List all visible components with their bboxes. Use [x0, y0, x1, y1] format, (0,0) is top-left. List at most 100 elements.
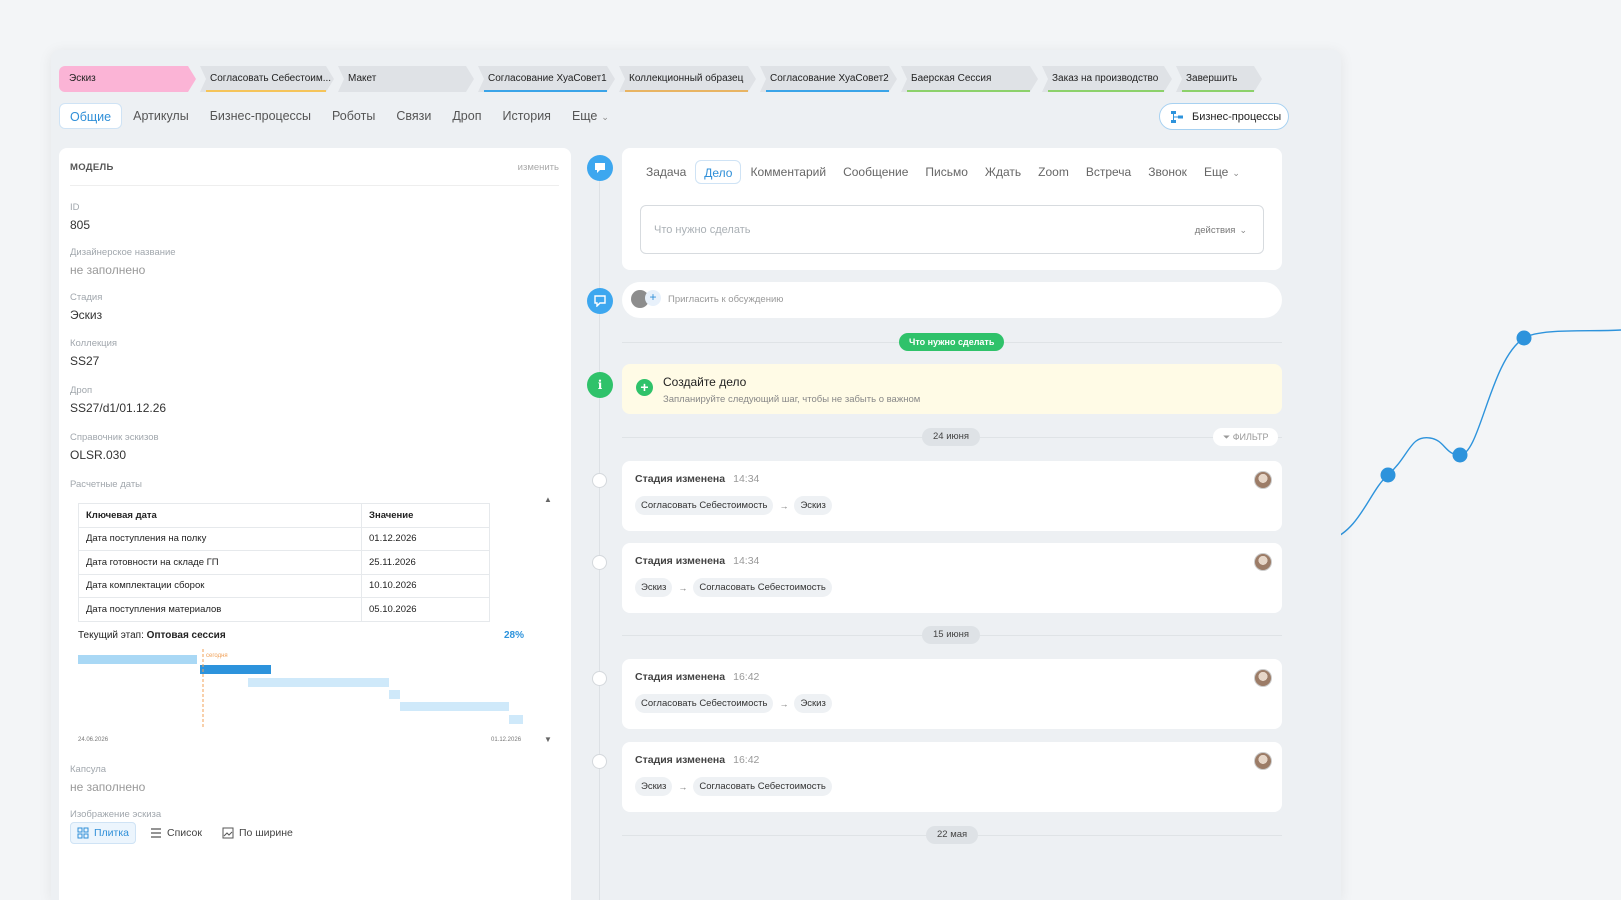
stage-item[interactable]: Согласование ХуаСовет1	[478, 66, 615, 92]
tab-more[interactable]: Еще ⌄	[562, 103, 619, 129]
scroll-up-icon[interactable]: ▲	[544, 495, 552, 504]
filter-icon: ⏷	[1223, 432, 1231, 442]
arrow-icon: →	[779, 698, 789, 709]
plus-circle-icon[interactable]: +	[636, 379, 653, 396]
event-title-text: Стадия изменена	[635, 473, 726, 485]
business-process-button[interactable]: Бизнес-процессы	[1159, 103, 1289, 130]
stage-to: Согласовать Себестоимость	[693, 777, 832, 796]
curve-point	[1516, 330, 1532, 346]
field-value: SS27	[70, 354, 100, 368]
stage-change: Эскиз → Согласовать Себестоимость	[635, 578, 832, 597]
timeline-dot	[592, 473, 607, 488]
table-cell: 10.10.2026	[361, 573, 490, 598]
field-label: ID	[70, 202, 80, 213]
field-sketch-ref: Справочник эскизов OLSR.030	[70, 432, 159, 462]
curve-point	[1380, 467, 1396, 483]
tab-message[interactable]: Сообщение	[835, 160, 916, 184]
stage-item[interactable]: Эскиз	[59, 66, 196, 92]
filter-button[interactable]: ⏷ ФИЛЬТР	[1213, 428, 1279, 446]
avatar[interactable]	[1254, 471, 1272, 489]
view-tile-button[interactable]: Плитка	[70, 822, 137, 844]
scroll-down-icon[interactable]: ▼	[544, 735, 552, 744]
timeline-dot	[592, 754, 607, 769]
view-width-label: По ширине	[238, 827, 293, 839]
activity-composer: Задача Дело Комментарий Сообщение Письмо…	[622, 148, 1282, 270]
info-icon: i	[587, 372, 613, 398]
table-cell: 01.12.2026	[361, 526, 490, 551]
stage-to: Эскиз	[794, 496, 832, 515]
business-process-button-label: Бизнес-процессы	[1192, 110, 1282, 123]
field-label: Изображение эскиза	[70, 809, 162, 820]
tab-articles[interactable]: Артикулы	[123, 103, 199, 129]
field-sketch-image: Изображение эскиза	[70, 809, 161, 820]
avatar[interactable]	[1254, 669, 1272, 687]
chevron-down-icon: ⌄	[1239, 225, 1247, 235]
field-label: Справочник эскизов	[70, 432, 159, 443]
stage-item[interactable]: Макет	[338, 66, 474, 92]
gantt-end-date: 01.12.2026	[491, 737, 522, 743]
tab-meeting[interactable]: Встреча	[1078, 160, 1139, 184]
tab-robots[interactable]: Роботы	[322, 103, 385, 129]
tab-deal[interactable]: Дело	[695, 160, 742, 184]
tab-comment[interactable]: Комментарий	[742, 160, 834, 184]
event-time: 16:42	[733, 671, 760, 683]
field-value: не заполнено	[70, 780, 146, 794]
table-cell: Дата комплектации сборок	[78, 573, 362, 598]
avatar[interactable]	[1254, 553, 1272, 571]
column-header: Ключевая дата	[78, 503, 362, 528]
crm-window: Эскиз Согласовать Себестоим... Макет Сог…	[51, 50, 1341, 900]
create-deal-card[interactable]: + Создайте дело Запланируйте следующий ш…	[622, 364, 1282, 414]
gantt-bar	[248, 678, 389, 687]
todo-input[interactable]: Что нужно сделать действия ⌄	[640, 205, 1264, 254]
stage-change: Согласовать Себестоимость → Эскиз	[635, 694, 832, 713]
tab-letter[interactable]: Письмо	[917, 160, 976, 184]
stage-item[interactable]: Завершить	[1176, 66, 1262, 92]
arrow-icon: →	[678, 781, 688, 792]
composer-tabs: Задача Дело Комментарий Сообщение Письмо…	[638, 160, 1249, 184]
tab-business-processes[interactable]: Бизнес-процессы	[200, 103, 321, 129]
field-id: ID 805	[70, 202, 90, 232]
tab-more[interactable]: Еще ⌄	[1196, 160, 1248, 184]
timeline-line	[599, 160, 600, 900]
avatar[interactable]	[1254, 752, 1272, 770]
plus-icon[interactable]: +	[645, 290, 661, 306]
stage-item[interactable]: Согласование ХуаСовет2	[760, 66, 897, 92]
actions-label: действия	[1194, 225, 1236, 236]
gantt-start-date: 24.06.2026	[78, 737, 109, 743]
tab-task[interactable]: Задача	[638, 160, 694, 184]
timeline-event: Стадия изменена 16:42 Эскиз → Согласовать…	[622, 742, 1282, 812]
tab-history[interactable]: История	[492, 103, 560, 129]
tab-general[interactable]: Общие	[59, 103, 123, 129]
divider	[70, 185, 559, 186]
tab-drop[interactable]: Дроп	[442, 103, 491, 129]
grid-icon	[77, 827, 89, 839]
date-separator: 22 мая	[926, 826, 979, 844]
invite-text: Пригласить к обсуждению	[668, 294, 784, 305]
invite-bar[interactable]: + Пригласить к обсуждению	[622, 282, 1282, 318]
edit-link[interactable]: изменить	[518, 162, 559, 173]
gantt-bar	[400, 702, 509, 711]
tab-call[interactable]: Звонок	[1140, 160, 1195, 184]
stage-item[interactable]: Заказ на производство	[1042, 66, 1172, 92]
table-row: Дата готовности на складе ГП 25.11.2026	[78, 550, 490, 575]
field-value: Эскиз	[70, 308, 103, 322]
field-value: OLSR.030	[70, 448, 127, 462]
view-list-button[interactable]: Список	[144, 822, 208, 844]
actions-dropdown[interactable]: действия ⌄	[1195, 225, 1247, 236]
field-label: Расчетные даты	[70, 479, 143, 490]
stage-item[interactable]: Согласовать Себестоим...	[200, 66, 334, 92]
table-header-row: Ключевая дата Значение	[78, 503, 490, 528]
filter-label: ФИЛЬТР	[1232, 432, 1269, 442]
event-title: Стадия изменена 16:42	[635, 754, 759, 766]
view-width-button[interactable]: По ширине	[216, 822, 299, 844]
stage-item[interactable]: Коллекционный образец	[619, 66, 756, 92]
tab-more-label: Еще	[571, 109, 598, 123]
tab-zoom[interactable]: Zoom	[1030, 160, 1077, 184]
stage-item[interactable]: Баерская Сессия	[901, 66, 1038, 92]
table-cell: Дата поступления материалов	[78, 597, 362, 622]
tab-wait[interactable]: Ждать	[977, 160, 1029, 184]
tab-links[interactable]: Связи	[386, 103, 441, 129]
stage-change: Эскиз → Согласовать Себестоимость	[635, 777, 832, 796]
gantt-bar	[78, 655, 197, 664]
field-value: не заполнено	[70, 263, 146, 277]
